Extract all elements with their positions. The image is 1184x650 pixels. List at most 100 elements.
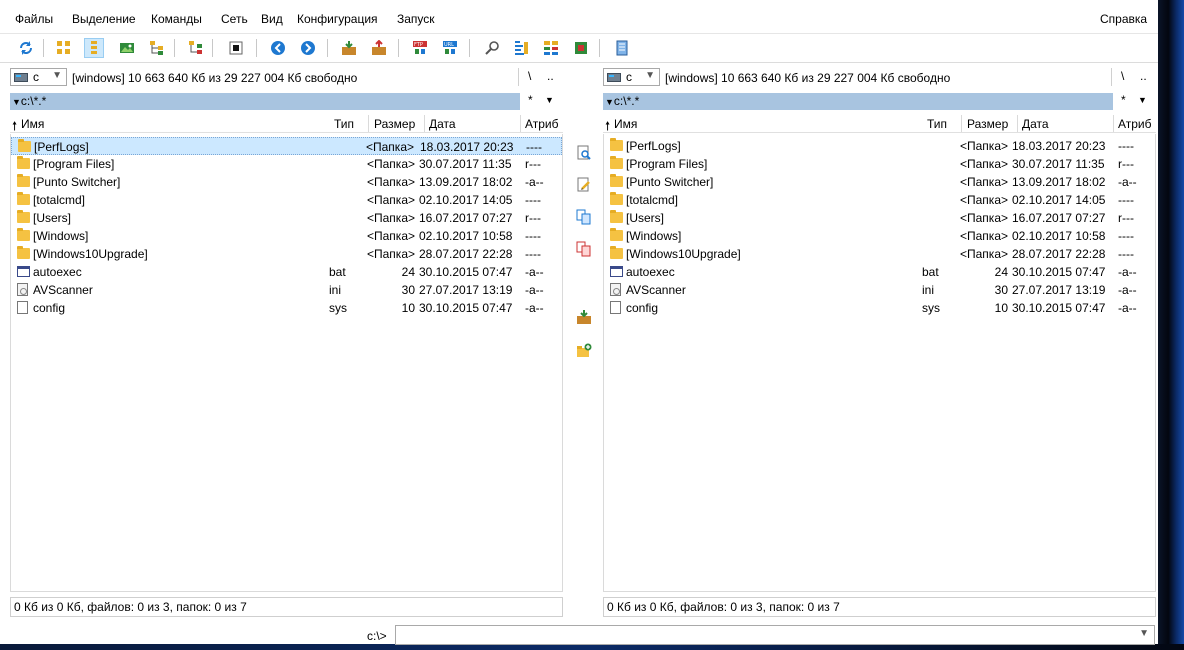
menu-selection[interactable]: Выделение	[72, 12, 136, 26]
forward-icon[interactable]	[298, 38, 318, 58]
svg-text:FTP: FTP	[414, 42, 423, 48]
menu-files[interactable]: Файлы	[15, 12, 53, 26]
file-row[interactable]: [Windows] <Папка> 02.10.2017 10:58 ----	[11, 227, 562, 245]
move-files-icon[interactable]	[575, 240, 593, 258]
edit-file-icon[interactable]	[575, 176, 593, 194]
find-icon[interactable]	[482, 38, 502, 58]
menu-network[interactable]: Сеть	[221, 12, 248, 26]
file-attr: -a--	[1118, 175, 1137, 189]
file-row[interactable]: config sys 10 30.10.2015 07:47 -a--	[11, 299, 562, 317]
right-root-button[interactable]: \	[1121, 69, 1124, 83]
thumbnails-view-icon[interactable]	[117, 38, 137, 58]
pack-icon[interactable]	[339, 38, 359, 58]
file-row[interactable]: [PerfLogs] <Папка> 18.03.2017 20:23 ----	[11, 137, 562, 155]
file-date: 02.10.2017 10:58	[419, 229, 513, 243]
file-ext: bat	[922, 265, 939, 279]
menu-commands[interactable]: Команды	[151, 12, 202, 26]
file-row[interactable]: [Program Files] <Папка> 30.07.2017 11:35 r-…	[11, 155, 562, 173]
full-view-icon[interactable]	[84, 38, 104, 58]
settings-file-icon	[610, 283, 621, 296]
url-connect-icon[interactable]: URL	[440, 38, 460, 58]
compare-dirs-icon[interactable]	[541, 38, 561, 58]
dos-window-icon[interactable]	[226, 38, 246, 58]
pack-files-icon[interactable]	[575, 308, 593, 326]
right-path-bar[interactable]: ▼c:\*.*	[603, 93, 1113, 110]
right-drive-selector[interactable]: c ▼	[603, 68, 660, 86]
right-file-list[interactable]: [PerfLogs] <Папка> 18.03.2017 20:23 ---- [Pr…	[603, 134, 1156, 592]
folder-icon	[17, 246, 30, 259]
chevron-down-icon: ▼	[52, 70, 62, 81]
file-row[interactable]: [Punto Switcher] <Папка> 13.09.2017 18:02-…	[11, 173, 562, 191]
toolbar: FTP URL	[0, 33, 1158, 63]
file-row[interactable]: AVScanner ini 30 27.07.2017 13:19 -a--	[604, 281, 1155, 299]
left-col-name[interactable]: Имя	[21, 117, 44, 131]
file-row[interactable]: AVScanner ini 30 27.07.2017 13:19 -a--	[11, 281, 562, 299]
file-attr: ----	[525, 193, 541, 207]
right-col-type[interactable]: Тип	[927, 117, 947, 131]
folder-icon	[610, 210, 623, 223]
left-col-type[interactable]: Тип	[334, 117, 354, 131]
file-row[interactable]: [Punto Switcher] <Папка> 13.09.2017 18:02-…	[604, 173, 1155, 191]
file-attr: -a--	[525, 283, 544, 297]
right-hotlist-chevron-icon[interactable]: ▼	[1138, 95, 1147, 105]
file-row[interactable]: [Windows10Upgrade] <Папка> 28.07.2017 22:2…	[604, 245, 1155, 263]
view-file-icon[interactable]	[575, 144, 593, 162]
ftp-connect-icon[interactable]: FTP	[410, 38, 430, 58]
menu-configuration[interactable]: Конфигурация	[297, 12, 378, 26]
back-icon[interactable]	[268, 38, 288, 58]
left-star-button[interactable]: *	[528, 93, 533, 107]
file-name: [Windows]	[33, 229, 89, 243]
file-attr: r---	[525, 157, 541, 171]
file-row[interactable]: [Program Files] <Папка> 30.07.2017 11:35 r-…	[604, 155, 1155, 173]
history-dropdown-icon[interactable]: ▼	[12, 97, 21, 107]
left-drive-selector[interactable]: c ▼	[10, 68, 67, 86]
file-row[interactable]: autoexec bat 24 30.10.2015 07:47 -a--	[11, 263, 562, 281]
brief-view-icon[interactable]	[54, 38, 74, 58]
left-hotlist-chevron-icon[interactable]: ▼	[545, 95, 554, 105]
file-date: 18.03.2017 20:23	[420, 140, 514, 154]
file-row[interactable]: [Users] <Папка> 16.07.2017 07:27 r---	[11, 209, 562, 227]
file-row[interactable]: [Windows] <Папка> 02.10.2017 10:58 ----	[604, 227, 1155, 245]
chevron-down-icon: ▼	[645, 70, 655, 81]
left-col-attr[interactable]: Атриб	[525, 117, 559, 131]
right-col-attr[interactable]: Атриб	[1118, 117, 1152, 131]
left-col-date[interactable]: Дата	[429, 117, 456, 131]
left-up-button[interactable]: ..	[547, 69, 554, 83]
file-size: <Папка>	[960, 175, 1008, 189]
left-root-button[interactable]: \	[528, 69, 531, 83]
menu-view[interactable]: Вид	[261, 12, 283, 26]
menu-launch[interactable]: Запуск	[397, 12, 435, 26]
history-dropdown-icon[interactable]: ▼	[605, 97, 614, 107]
right-col-date[interactable]: Дата	[1022, 117, 1049, 131]
sync-dirs-icon[interactable]	[571, 38, 591, 58]
right-star-button[interactable]: *	[1121, 93, 1126, 107]
new-folder-icon[interactable]	[575, 342, 593, 360]
left-file-list[interactable]: [PerfLogs] <Папка> 18.03.2017 20:23 ---- [Pr…	[10, 134, 563, 592]
command-input[interactable]: ▼	[395, 625, 1155, 645]
file-row[interactable]: [Windows10Upgrade] <Папка> 28.07.2017 22:2…	[11, 245, 562, 263]
file-row[interactable]: autoexec bat 24 30.10.2015 07:47 -a--	[604, 263, 1155, 281]
file-name: AVScanner	[626, 283, 686, 297]
right-col-name[interactable]: Имя	[614, 117, 637, 131]
file-row[interactable]: [totalcmd] <Папка> 02.10.2017 14:05 ----	[11, 191, 562, 209]
chevron-down-icon[interactable]: ▼	[1139, 628, 1149, 639]
unpack-icon[interactable]	[369, 38, 389, 58]
menu-help[interactable]: Справка	[1100, 12, 1147, 26]
copy-files-icon[interactable]	[575, 208, 593, 226]
file-row[interactable]: [Users] <Папка> 16.07.2017 07:27 r---	[604, 209, 1155, 227]
notepad-icon[interactable]	[612, 38, 632, 58]
file-row[interactable]: config sys 10 30.10.2015 07:47 -a--	[604, 299, 1155, 317]
refresh-icon[interactable]	[16, 38, 36, 58]
invert-selection-icon[interactable]	[186, 38, 206, 58]
file-date: 13.09.2017 18:02	[1012, 175, 1106, 189]
right-col-size[interactable]: Размер	[967, 117, 1008, 131]
folder-icon	[610, 138, 623, 151]
multi-rename-icon[interactable]	[511, 38, 531, 58]
file-attr: ----	[526, 140, 542, 154]
tree-view-icon[interactable]	[147, 38, 167, 58]
right-up-button[interactable]: ..	[1140, 69, 1147, 83]
left-path-bar[interactable]: ▼c:\*.*	[10, 93, 520, 110]
file-row[interactable]: [totalcmd] <Папка> 02.10.2017 14:05 ----	[604, 191, 1155, 209]
left-col-size[interactable]: Размер	[374, 117, 415, 131]
file-row[interactable]: [PerfLogs] <Папка> 18.03.2017 20:23 ----	[604, 137, 1155, 155]
